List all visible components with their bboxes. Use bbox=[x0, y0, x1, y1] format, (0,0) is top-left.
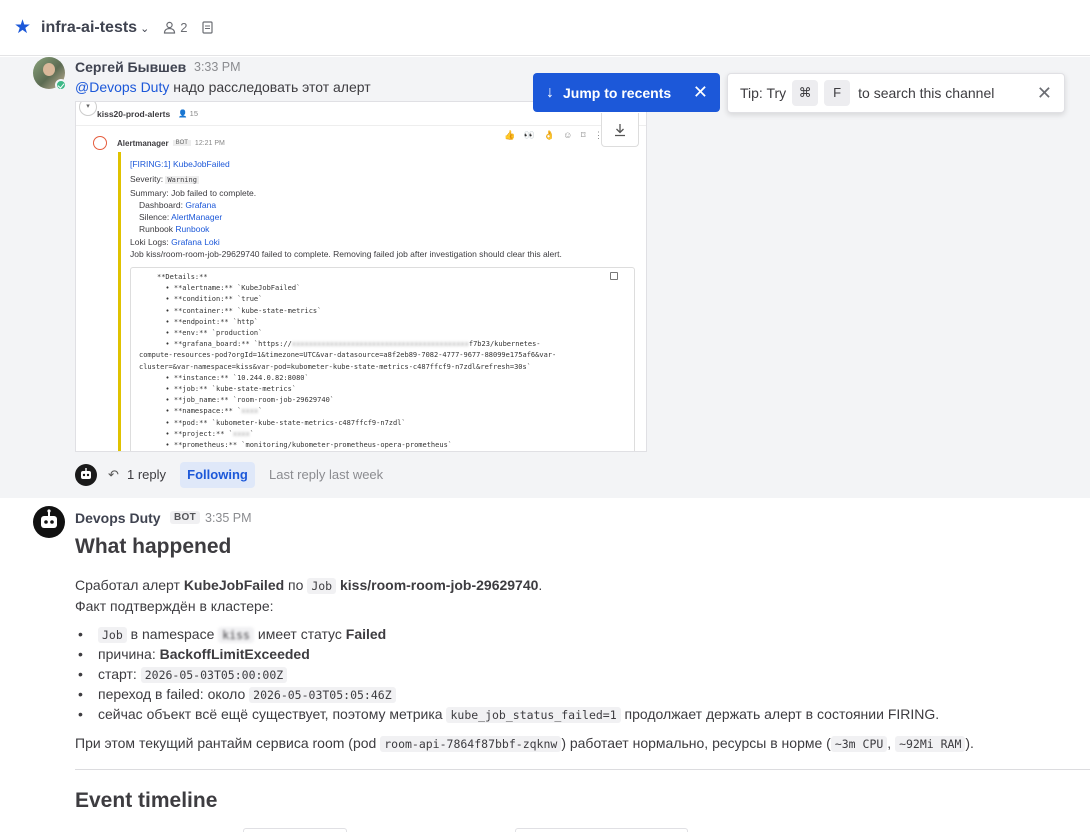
following-button[interactable]: Following bbox=[180, 462, 255, 488]
member-count-button[interactable]: 2 bbox=[163, 20, 188, 35]
copy-icon bbox=[610, 272, 618, 280]
shot-time: 12:21 PM bbox=[194, 139, 225, 147]
list-item: Job в namespace kiss имеет статус Failed bbox=[78, 626, 386, 643]
table-edge bbox=[515, 828, 688, 832]
chevron-down-icon: ▾ bbox=[79, 102, 97, 116]
tip-suffix: to search this channel bbox=[858, 85, 995, 101]
tip-prefix: Tip: Try bbox=[740, 85, 787, 101]
post-author[interactable]: Сергей Бывшев bbox=[75, 59, 186, 75]
table-edge bbox=[243, 828, 347, 832]
jump-label: Jump to recents bbox=[563, 84, 672, 101]
heading-what-happened: What happened bbox=[75, 535, 232, 558]
alert-description: Job kiss/room-room-job-29629740 failed t… bbox=[130, 249, 562, 260]
divider bbox=[75, 769, 1090, 770]
summary-line: Summary: Job failed to complete. bbox=[130, 187, 257, 198]
member-icon bbox=[164, 21, 176, 34]
list-item: старт: 2026-05-03T05:00:00Z bbox=[78, 666, 288, 683]
shot-author: Alertmanager bbox=[117, 138, 169, 148]
alert-attachment: [FIRING:1] KubeJobFailed Severity: Warni… bbox=[118, 152, 646, 451]
silence-line: Silence: AlertManager bbox=[139, 212, 223, 223]
inline-code: Job bbox=[307, 578, 337, 594]
loki-line: Loki Logs: Grafana Loki bbox=[130, 236, 220, 247]
bot-badge: BOT bbox=[170, 511, 201, 524]
list-item: причина: BackoffLimitExceeded bbox=[78, 646, 310, 662]
jump-to-recents-button[interactable]: ↓ Jump to recents ✕ bbox=[533, 73, 720, 112]
runbook-line: Runbook Runbook bbox=[139, 224, 210, 235]
shot-channel: kiss20-prod-alerts bbox=[97, 108, 171, 119]
post-message: @Devops Duty надо расследовать этот алер… bbox=[75, 79, 371, 95]
arrow-down-icon: ↓ bbox=[546, 83, 554, 101]
paragraph-runtime: При этом текущий рантайм сервиса room (p… bbox=[75, 735, 974, 752]
close-icon[interactable]: ✕ bbox=[693, 82, 708, 103]
post-author[interactable]: Devops Duty bbox=[75, 510, 161, 526]
image-attachment[interactable]: ▾ kiss20-prod-alerts 👤 15 Alertmanager B… bbox=[75, 101, 647, 452]
post-time[interactable]: 3:35 PM bbox=[205, 511, 252, 525]
online-status-icon bbox=[55, 79, 67, 91]
list-item: сейчас объект всё ещё существует, поэтом… bbox=[78, 706, 939, 723]
alertmanager-logo-icon bbox=[93, 136, 107, 150]
list-item: переход в failed: около 2026-05-03T05:05… bbox=[78, 686, 396, 703]
pinned-icon[interactable] bbox=[201, 21, 213, 34]
paragraph-confirmed: Факт подтверждён в кластере: bbox=[75, 598, 274, 614]
shot-post-header: Alertmanager BOT 12:21 PM bbox=[93, 136, 225, 150]
channel-name[interactable]: infra-ai-tests bbox=[41, 19, 137, 37]
channel-header: ★ infra-ai-tests ⌄ 2 bbox=[0, 0, 1090, 56]
heading-event-timeline: Event timeline bbox=[75, 789, 218, 812]
command-key: ⌘ bbox=[792, 80, 819, 106]
chevron-down-icon[interactable]: ⌄ bbox=[140, 22, 149, 35]
post-time[interactable]: 3:33 PM bbox=[194, 60, 241, 74]
mention-link[interactable]: @Devops Duty bbox=[75, 79, 169, 95]
alert-title: [FIRING:1] KubeJobFailed bbox=[130, 159, 230, 169]
member-count: 2 bbox=[180, 20, 188, 35]
reply-count-link[interactable]: 1 reply bbox=[127, 467, 166, 482]
search-tip-toast: Tip: Try ⌘ F to search this channel ✕ bbox=[727, 73, 1065, 113]
dashboard-line: Dashboard: Grafana bbox=[139, 199, 217, 210]
download-button[interactable] bbox=[601, 113, 639, 147]
star-icon[interactable]: ★ bbox=[14, 18, 31, 37]
severity-line: Severity: Warning bbox=[130, 174, 199, 185]
f-key: F bbox=[824, 80, 851, 106]
last-reply-text: Last reply last week bbox=[269, 467, 384, 482]
download-icon bbox=[615, 123, 625, 136]
details-code-block: **Details:** • **alertname:** `KubeJobFa… bbox=[130, 267, 635, 451]
participant-avatar[interactable] bbox=[75, 464, 97, 486]
member-icon: 👤 15 bbox=[178, 109, 199, 118]
message-text: надо расследовать этот алерт bbox=[169, 79, 371, 95]
paragraph-alert: Сработал алерт KubeJobFailed по Job kiss… bbox=[75, 577, 543, 594]
reaction-icons: 👍 👀 👌 ☺ ⌑ ⋮ bbox=[504, 130, 606, 140]
avatar[interactable] bbox=[33, 506, 65, 538]
reply-arrow-icon: ↶ bbox=[108, 467, 119, 482]
severity-value: Warning bbox=[165, 176, 199, 185]
close-icon[interactable]: ✕ bbox=[1037, 83, 1052, 104]
shot-member-count: 15 bbox=[189, 109, 199, 118]
shot-bot-badge: BOT bbox=[172, 140, 191, 146]
